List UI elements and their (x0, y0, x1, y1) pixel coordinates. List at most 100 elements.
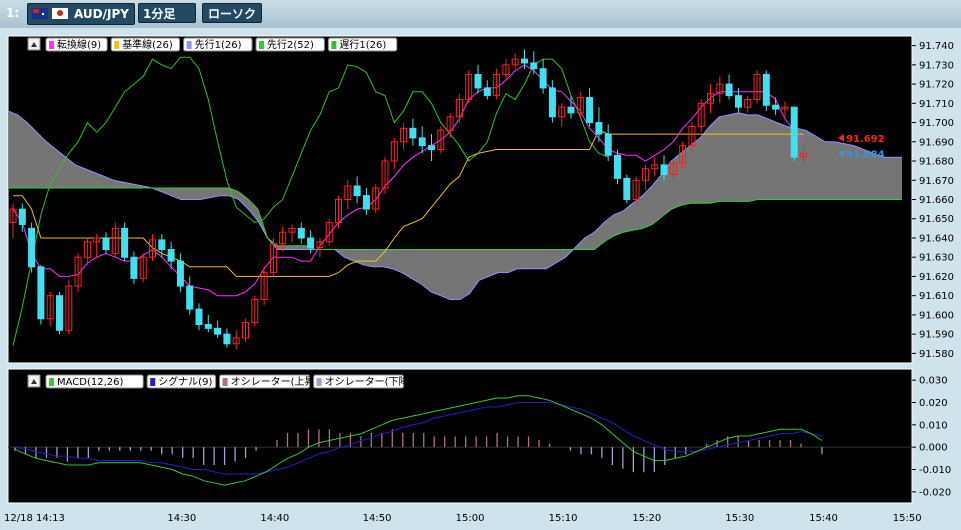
time-axis-label: 15:00 (456, 513, 485, 524)
candle-body (353, 185, 361, 197)
time-axis-label: 15:10 (549, 513, 578, 524)
price-axis-label: 91.650 (919, 214, 954, 225)
price-tag-label: 91.684 (846, 149, 885, 160)
price-axis-label: 91.720 (919, 80, 954, 91)
candle-body (483, 87, 491, 97)
legend-label: オシレーター(下降) (325, 375, 413, 388)
legend-label: シグナル(9) (158, 375, 212, 388)
candle-body (539, 68, 547, 89)
legend-label: 基準線(26) (122, 38, 173, 51)
candle-body (214, 327, 222, 335)
candle-body (158, 239, 166, 251)
candle-body (428, 145, 435, 150)
legend-label: MACD(12,26) (57, 377, 124, 388)
price-axis-label: 91.600 (919, 310, 954, 321)
price-axis-label: 91.590 (919, 330, 954, 341)
price-axis-label: 91.620 (919, 272, 954, 283)
candle-body (725, 83, 733, 97)
time-axis-label: 15:40 (809, 513, 838, 524)
price-axis-label: 91.740 (919, 41, 954, 52)
time-axis-label: 15:30 (725, 513, 754, 524)
legend-swatch (49, 41, 54, 49)
chart-canvas: 91.740 91.730 91.720 91.710 91.700 91.690 91.6… (4, 35, 954, 524)
candle-body (121, 227, 129, 258)
candle-body (56, 295, 63, 331)
legend-swatch (316, 378, 322, 386)
legend-swatch (186, 41, 192, 49)
candle-body (176, 260, 184, 287)
candle-body (604, 133, 612, 156)
price-axis-label: 91.700 (919, 118, 954, 129)
osc-axis-label: 0.020 (919, 398, 948, 409)
oscillator-pane (7, 368, 913, 504)
candle-body (167, 249, 175, 262)
chart-frame: 91.740 91.730 91.720 91.710 91.700 91.690 91.6… (0, 28, 961, 530)
candle-body (586, 97, 594, 124)
candle-body (474, 73, 482, 89)
time-axis-label: 12/18 14:13 (4, 513, 65, 524)
price-axis-label: 91.660 (919, 195, 954, 206)
legend-swatch (222, 378, 228, 386)
currency-pair-label: AUD/JPY (74, 7, 129, 21)
candle-body (623, 177, 631, 200)
currency-pair-selector[interactable]: AUD/JPY (27, 3, 135, 25)
osc-axis-label: -0.020 (919, 487, 951, 498)
price-axis-label: 91.690 (919, 137, 954, 148)
time-axis-label: 15:50 (893, 513, 922, 524)
candle-body (418, 137, 426, 147)
osc-axis-label: 0.010 (919, 420, 948, 431)
chart-type-selector[interactable]: ローソク (202, 3, 262, 23)
price-axis-label: 91.630 (919, 253, 954, 264)
price-tag-label: 91.692 (846, 134, 885, 145)
candle-body (195, 308, 203, 326)
candle-body (102, 237, 110, 251)
legend-swatch (49, 378, 54, 386)
osc-axis-label: 0.000 (919, 443, 948, 454)
time-axis-label: 14:40 (260, 513, 289, 524)
candle-body (790, 106, 798, 158)
time-axis-label: 14:50 (363, 513, 392, 524)
candle-body (567, 106, 575, 114)
price-axis-label: 91.640 (919, 233, 954, 244)
candle-body (595, 122, 603, 135)
japan-flag-icon (52, 8, 68, 19)
legend-swatch (259, 41, 264, 49)
candle-body (186, 285, 194, 310)
candle-body (530, 62, 538, 70)
osc-axis-label: 0.030 (919, 376, 948, 387)
candle-body (614, 154, 621, 179)
time-axis-label: 15:20 (632, 513, 661, 524)
candle-body (548, 87, 556, 118)
legend-swatch (331, 41, 337, 49)
candle-body (660, 164, 668, 175)
time-axis-label: 14:30 (167, 513, 196, 524)
chart-titlebar: 1: AUD/JPY 1分足 ローソク (0, 0, 961, 29)
candle-body (18, 208, 26, 226)
australia-flag-icon (32, 8, 48, 19)
candle-body (307, 237, 315, 249)
candle-body (734, 95, 742, 108)
price-axis-label: 91.680 (919, 157, 954, 168)
legend-label: 先行1(26) (195, 38, 242, 51)
price-axis-label: 91.730 (919, 60, 954, 71)
candle-body (223, 333, 231, 345)
candle-body (521, 58, 528, 64)
candle-body (28, 227, 36, 268)
legend-swatch (150, 378, 156, 386)
osc-axis-label: -0.010 (919, 465, 951, 476)
window-index: 1: (6, 6, 20, 20)
candle-body (362, 195, 370, 210)
price-axis-label: 91.710 (919, 99, 954, 110)
candle-body (37, 266, 45, 320)
candle-body (297, 227, 305, 239)
price-axis-label: 91.610 (919, 291, 954, 302)
legend-swatch (114, 41, 120, 49)
price-axis-label: 91.580 (919, 349, 954, 360)
legend-label: 遅行1(26) (339, 38, 386, 51)
price-axis-label: 91.670 (919, 176, 954, 187)
legend-label: 転換線(9) (57, 38, 101, 51)
legend-label: オシレーター(上昇) (231, 376, 319, 388)
legend-label: 先行2(52) (267, 38, 314, 51)
candle-body (762, 73, 770, 106)
timeframe-selector[interactable]: 1分足 (138, 3, 196, 23)
